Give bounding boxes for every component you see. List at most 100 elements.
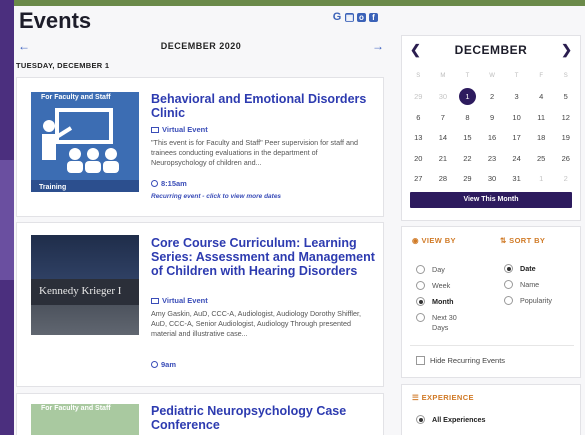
event-thumbnail[interactable]: For Faculty and Staff Training — [31, 92, 139, 192]
calendar-day[interactable]: 16 — [480, 133, 505, 142]
weekday-label: W — [489, 73, 495, 80]
calendar-day[interactable]: 2 — [553, 174, 578, 183]
calendar-day[interactable]: 31 — [504, 174, 529, 183]
next-month-arrow-icon[interactable]: → — [372, 39, 384, 53]
facebook-icon[interactable]: f — [369, 13, 378, 22]
event-card[interactable]: For Faculty and Staff Pediatric Neuropsy… — [16, 393, 384, 435]
experience-heading: ☰ EXPERIENCE — [412, 393, 474, 402]
calendar-day[interactable]: 3 — [504, 92, 529, 101]
radio-selected-icon[interactable] — [416, 297, 425, 306]
weekday-label: S — [563, 73, 568, 80]
left-background-accent — [0, 160, 14, 280]
hide-recurring-checkbox[interactable] — [416, 356, 425, 365]
calendar-week: 29 30 1 2 3 4 5 — [406, 87, 578, 108]
calendar-day[interactable]: 21 — [431, 154, 456, 163]
google-calendar-icon[interactable]: G — [332, 12, 342, 23]
day-heading: TUESDAY, DECEMBER 1 — [16, 61, 110, 70]
calendar-day[interactable]: 17 — [504, 133, 529, 142]
event-thumbnail[interactable]: Kennedy Krieger I — [31, 235, 139, 335]
weekday-label: T — [465, 73, 470, 80]
event-card[interactable]: Kennedy Krieger I Core Course Curriculum… — [16, 222, 384, 387]
event-card[interactable]: For Faculty and Staff Training Behaviora… — [16, 77, 384, 217]
calendar-grid: S M T W T F S 29 30 1 2 3 4 5 6 7 8 9 10… — [406, 66, 578, 189]
radio-icon[interactable] — [416, 313, 425, 322]
page-title: Events — [19, 8, 92, 33]
event-title[interactable]: Behavioral and Emotional Disorders Clini… — [151, 92, 379, 120]
calendar-day[interactable]: 25 — [529, 154, 554, 163]
calendar-day[interactable]: 19 — [553, 133, 578, 142]
calendar-day[interactable]: 7 — [431, 113, 456, 122]
calendar-day[interactable]: 14 — [431, 133, 456, 142]
calendar-day[interactable]: 8 — [455, 113, 480, 122]
calendar-day[interactable]: 13 — [406, 133, 431, 142]
calendar-day[interactable]: 11 — [529, 113, 554, 122]
weekday-label: M — [440, 73, 446, 80]
calendar-day[interactable]: 30 — [431, 92, 456, 101]
calendar-day[interactable]: 4 — [529, 92, 554, 101]
calendar-day[interactable]: 23 — [480, 154, 505, 163]
sort-by-heading: ⇅ SORT BY — [500, 236, 546, 245]
calendar-next-icon[interactable]: ❯ — [561, 42, 572, 58]
event-description: Amy Gaskin, AuD, CCC-A, Audiologist, Aud… — [151, 309, 361, 338]
event-thumbnail[interactable]: For Faculty and Staff — [31, 404, 139, 435]
calendar-icon[interactable]: ▦ — [345, 13, 354, 22]
calendar-day[interactable]: 24 — [504, 154, 529, 163]
calendar-day[interactable]: 26 — [553, 154, 578, 163]
hide-recurring-label[interactable]: Hide Recurring Events — [430, 356, 505, 365]
share-icons: G ▦ o f — [332, 12, 378, 23]
calendar-day[interactable]: 12 — [553, 113, 578, 122]
calendar-week: 20 21 22 23 24 25 26 — [406, 148, 578, 169]
radio-icon[interactable] — [416, 281, 425, 290]
calendar-day[interactable]: 27 — [406, 174, 431, 183]
calendar-day[interactable]: 5 — [553, 92, 578, 101]
view-this-month-button[interactable]: View This Month — [410, 192, 572, 208]
outlook-icon[interactable]: o — [357, 13, 366, 22]
thumbnail-label: Training — [39, 184, 67, 191]
event-title[interactable]: Core Course Curriculum: Learning Series:… — [151, 236, 379, 278]
calendar-day[interactable]: 28 — [431, 174, 456, 183]
virtual-event-label: Virtual Event — [151, 125, 208, 134]
weekday-label: S — [416, 73, 421, 80]
radio-icon[interactable] — [504, 280, 513, 289]
radio-icon[interactable] — [504, 296, 513, 305]
current-month-label: DECEMBER 2020 — [160, 41, 242, 51]
calendar-day[interactable]: 10 — [504, 113, 529, 122]
calendar-day[interactable]: 18 — [529, 133, 554, 142]
calendar-day-selected[interactable]: 1 — [455, 87, 480, 105]
calendar-month: DECEMBER — [454, 43, 528, 57]
weekday-label: T — [514, 73, 519, 80]
thumbnail-caption: For Faculty and Staff — [41, 405, 111, 412]
calendar-day[interactable]: 29 — [455, 174, 480, 183]
calendar-day[interactable]: 15 — [455, 133, 480, 142]
building-sign-text: Kennedy Krieger I — [39, 285, 122, 297]
radio-selected-icon[interactable] — [504, 264, 513, 273]
view-sort-panel: ◉ VIEW BY ⇅ SORT BY Day Week Month Next … — [401, 226, 581, 378]
clock-icon — [151, 180, 158, 187]
virtual-event-label: Virtual Event — [151, 296, 208, 305]
calendar-day[interactable]: 30 — [480, 174, 505, 183]
divider — [410, 345, 574, 346]
recurring-event-link[interactable]: Recurring event - click to view more dat… — [151, 193, 281, 200]
calendar-day[interactable]: 20 — [406, 154, 431, 163]
calendar-day[interactable]: 9 — [480, 113, 505, 122]
monitor-icon — [151, 127, 159, 134]
experience-panel: ☰ EXPERIENCE All Experiences — [401, 384, 581, 435]
event-title[interactable]: Pediatric Neuropsychology Case Conferenc… — [151, 404, 379, 432]
calendar-day[interactable]: 2 — [480, 92, 505, 101]
calendar-day[interactable]: 22 — [455, 154, 480, 163]
events-page: Events G ▦ o f ← DECEMBER 2020 → TUESDAY… — [14, 6, 585, 435]
radio-icon[interactable] — [416, 265, 425, 274]
calendar-header: ❮ DECEMBER ❯ — [402, 42, 580, 60]
monitor-icon — [151, 298, 159, 305]
calendar-week: 27 28 29 30 31 1 2 — [406, 169, 578, 190]
event-description: "This event is for Faculty and Staff" Pe… — [151, 138, 358, 167]
event-time: 9am — [151, 360, 176, 369]
calendar-day[interactable]: 29 — [406, 92, 431, 101]
clock-icon — [151, 361, 158, 368]
weekday-row: S M T W T F S — [406, 66, 578, 87]
radio-selected-icon[interactable] — [416, 415, 425, 424]
weekday-label: F — [539, 73, 544, 80]
calendar-day[interactable]: 6 — [406, 113, 431, 122]
calendar-day[interactable]: 1 — [529, 174, 554, 183]
event-time: 8:15am — [151, 179, 187, 188]
